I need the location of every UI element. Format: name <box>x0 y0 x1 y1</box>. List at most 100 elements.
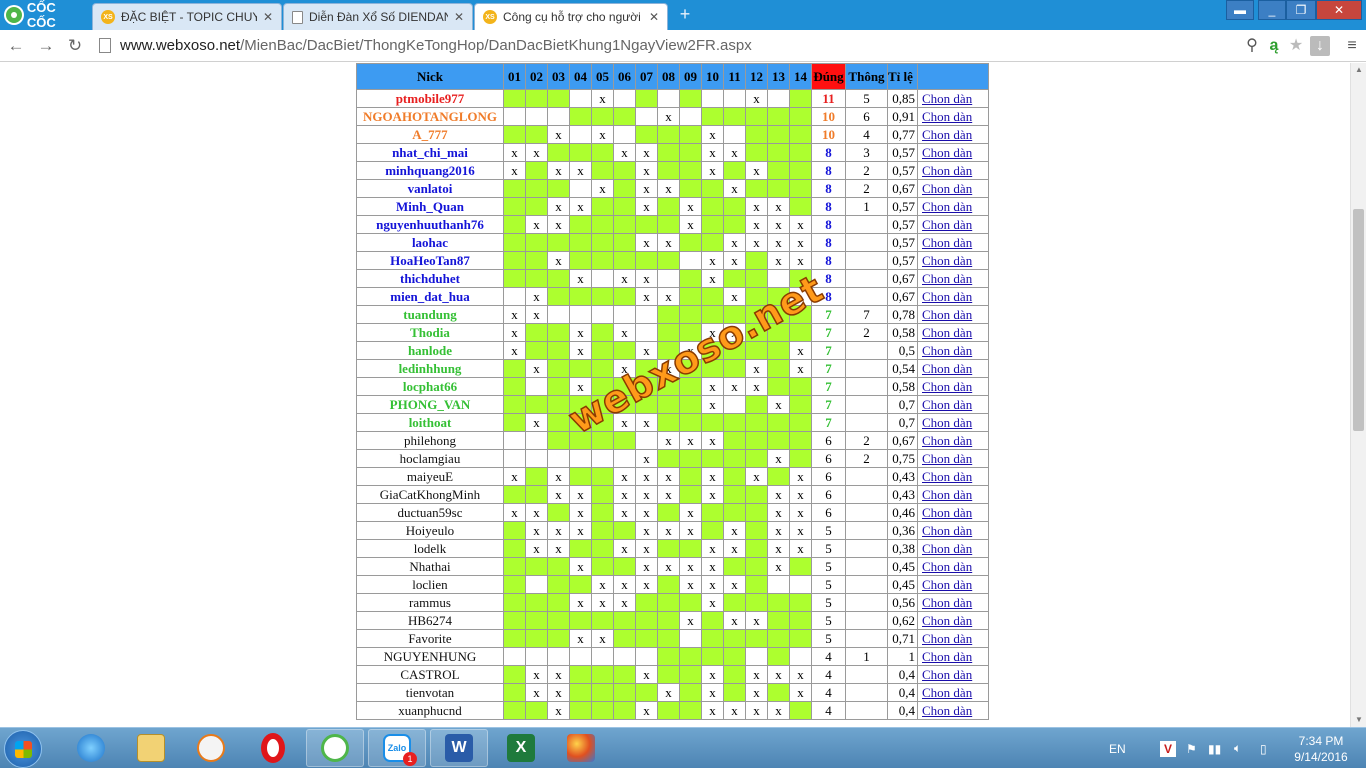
chon-dan-link[interactable]: Chon dàn <box>917 287 989 306</box>
download-icon[interactable]: ↓ <box>1310 36 1330 56</box>
chon-dan-link[interactable]: Chon dàn <box>917 449 989 468</box>
zalo-button[interactable]: Zalo 1 <box>368 729 426 767</box>
dung-cell: 8 <box>811 269 846 288</box>
day-cell-marked: x <box>547 161 570 180</box>
nick-cell: loclien <box>356 575 504 594</box>
chon-dan-link[interactable]: Chon dàn <box>917 161 989 180</box>
close-icon[interactable]: ✕ <box>649 10 659 24</box>
chon-dan-link[interactable]: Chon dàn <box>917 143 989 162</box>
day-cell-marked: x <box>701 395 724 414</box>
day-cell-marked: x <box>569 341 592 360</box>
chon-dan-link[interactable]: Chon dàn <box>917 593 989 612</box>
day-cell-marked: x <box>613 143 636 162</box>
chon-dan-link[interactable]: Chon dàn <box>917 251 989 270</box>
day-cell <box>547 449 570 468</box>
chon-dan-link[interactable]: Chon dàn <box>917 107 989 126</box>
tile-cell: 0,85 <box>887 89 918 108</box>
day-cell-marked: x <box>767 557 790 576</box>
day-cell-marked: x <box>503 305 526 324</box>
chon-dan-link[interactable]: Chon dàn <box>917 305 989 324</box>
new-tab-icon[interactable]: + <box>676 5 694 24</box>
day-cell-hit <box>745 413 768 432</box>
tab-congcu[interactable]: XS Công cụ hỗ trợ cho người ✕ <box>474 3 668 30</box>
chon-dan-link[interactable]: Chon dàn <box>917 521 989 540</box>
scroll-up-icon[interactable]: ▲ <box>1351 63 1366 77</box>
media-player-button[interactable] <box>182 729 240 767</box>
close-window-icon[interactable]: ✕ <box>1316 0 1362 20</box>
chon-dan-link[interactable]: Chon dàn <box>917 503 989 522</box>
day-cell-hit <box>635 215 658 234</box>
flag-icon[interactable]: ⚑ <box>1186 728 1197 769</box>
excel-button[interactable]: X <box>492 729 550 767</box>
forward-icon[interactable]: → <box>36 36 56 56</box>
bookmark-star-icon[interactable]: ★ <box>1286 36 1306 56</box>
tab-topic[interactable]: XS ĐẶC BIỆT - TOPIC CHUYÊN ✕ <box>92 3 282 30</box>
chon-dan-link[interactable]: Chon dàn <box>917 665 989 684</box>
start-button[interactable] <box>4 730 42 768</box>
day-cell-hit <box>745 251 768 270</box>
nick-cell: ductuan59sc <box>356 503 504 522</box>
chon-dan-link[interactable]: Chon dàn <box>917 701 989 720</box>
day-cell-hit <box>701 503 724 522</box>
close-icon[interactable]: ✕ <box>454 10 464 24</box>
chon-dan-link[interactable]: Chon dàn <box>917 683 989 702</box>
opera-button[interactable] <box>244 729 302 767</box>
language-indicator[interactable]: EN <box>1109 728 1126 769</box>
chon-dan-link[interactable]: Chon dàn <box>917 629 989 648</box>
day-cell-marked: x <box>657 557 680 576</box>
chon-dan-link[interactable]: Chon dàn <box>917 233 989 252</box>
chon-dan-link[interactable]: Chon dàn <box>917 539 989 558</box>
thong-cell <box>845 521 888 540</box>
reload-icon[interactable]: ↻ <box>65 36 85 56</box>
chon-dan-link[interactable]: Chon dàn <box>917 197 989 216</box>
coccoc-taskbar-button[interactable] <box>306 729 364 767</box>
back-icon[interactable]: ← <box>6 36 26 56</box>
word-button[interactable]: W <box>430 729 488 767</box>
volume-icon[interactable]: 🔈︎ <box>1234 728 1241 769</box>
zoom-icon[interactable]: ⚲ <box>1242 36 1262 56</box>
chon-dan-link[interactable]: Chon dàn <box>917 179 989 198</box>
day-cell-hit <box>657 161 680 180</box>
chon-dan-link[interactable]: Chon dàn <box>917 647 989 666</box>
chon-dan-link[interactable]: Chon dàn <box>917 269 989 288</box>
chon-dan-link[interactable]: Chon dàn <box>917 413 989 432</box>
chon-dan-link[interactable]: Chon dàn <box>917 89 989 108</box>
file-explorer-button[interactable] <box>122 729 180 767</box>
address-bar[interactable]: www.webxoso.net/MienBac/DacBiet/ThongKeT… <box>120 36 752 56</box>
vertical-scrollbar[interactable]: ▲ ▼ <box>1350 63 1366 727</box>
day-cell-marked: x <box>789 233 812 252</box>
minimize-icon[interactable]: _ <box>1258 0 1286 20</box>
window-menu-icon[interactable]: ▬ <box>1226 0 1254 20</box>
day-cell-hit <box>569 413 592 432</box>
scroll-thumb[interactable] <box>1353 209 1364 431</box>
chon-dan-link[interactable]: Chon dàn <box>917 377 989 396</box>
table-row: HoaHeoTan87 x x x x x 8 0,57 Chon dàn <box>356 251 989 270</box>
internet-explorer-button[interactable] <box>62 729 120 767</box>
chon-dan-link[interactable]: Chon dàn <box>917 575 989 594</box>
chon-dan-link[interactable]: Chon dàn <box>917 485 989 504</box>
chon-dan-link[interactable]: Chon dàn <box>917 323 989 342</box>
chon-dan-link[interactable]: Chon dàn <box>917 215 989 234</box>
chon-dan-link[interactable]: Chon dàn <box>917 359 989 378</box>
system-clock[interactable]: 7:34 PM 9/14/2016 <box>1290 733 1352 765</box>
dung-cell: 4 <box>811 701 846 720</box>
chon-dan-link[interactable]: Chon dàn <box>917 395 989 414</box>
menu-icon[interactable]: ≡ <box>1342 36 1362 56</box>
paint-button[interactable] <box>552 729 610 767</box>
close-icon[interactable]: ✕ <box>263 10 273 24</box>
chon-dan-link[interactable]: Chon dàn <box>917 431 989 450</box>
tab-diendan[interactable]: Diễn Đàn Xổ Số DIENDAN ✕ <box>283 3 473 30</box>
battery-icon[interactable]: ▯ <box>1260 728 1267 769</box>
vietkey-icon[interactable]: V <box>1160 728 1176 769</box>
day-cell-hit <box>591 485 614 504</box>
maximize-icon[interactable]: ❐ <box>1286 0 1316 20</box>
chon-dan-link[interactable]: Chon dàn <box>917 557 989 576</box>
network-icon[interactable]: ▮▮ <box>1208 728 1221 769</box>
chon-dan-link[interactable]: Chon dàn <box>917 611 989 630</box>
vietnamese-input-icon[interactable]: ą <box>1264 36 1284 56</box>
coccoc-logo[interactable]: CỐC CỐC <box>0 0 88 30</box>
chon-dan-link[interactable]: Chon dàn <box>917 467 989 486</box>
chon-dan-link[interactable]: Chon dàn <box>917 125 989 144</box>
chon-dan-link[interactable]: Chon dàn <box>917 341 989 360</box>
scroll-down-icon[interactable]: ▼ <box>1351 713 1366 727</box>
